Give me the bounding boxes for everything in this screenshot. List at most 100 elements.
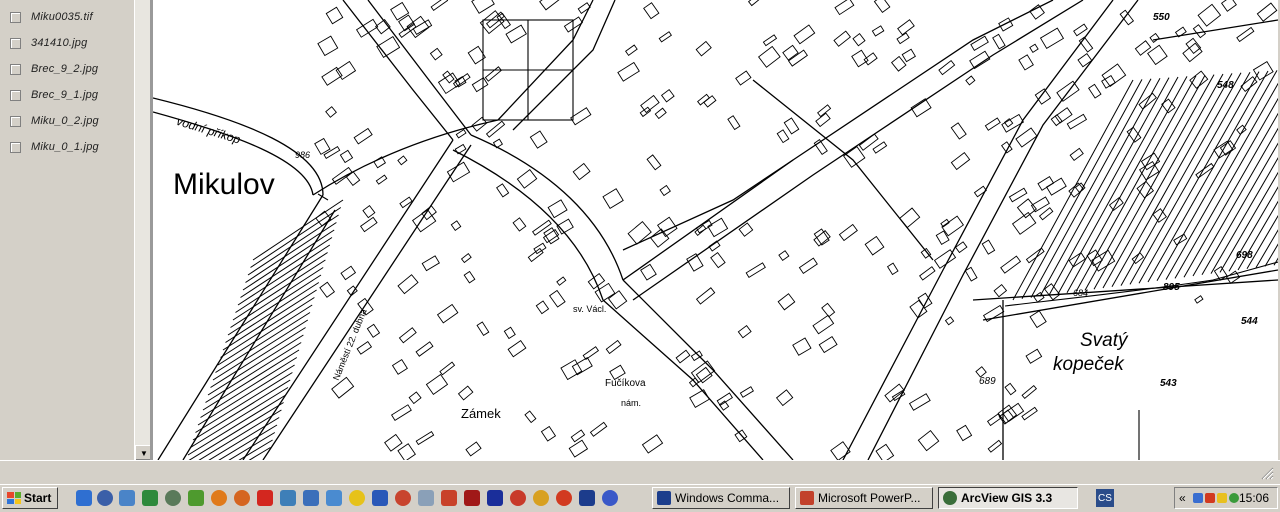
powerpoint-icon xyxy=(800,491,814,505)
clock: 15:06 xyxy=(1239,491,1270,505)
building-outline xyxy=(707,217,729,238)
red-app-icon[interactable] xyxy=(556,490,572,506)
document-icon[interactable] xyxy=(303,490,319,506)
parcel-number: 543 xyxy=(1160,378,1177,389)
layer-visibility-checkbox[interactable] xyxy=(10,89,21,101)
ie-icon[interactable] xyxy=(76,490,92,506)
window-icon[interactable] xyxy=(418,490,434,506)
browser-icon[interactable] xyxy=(234,490,250,506)
town-label: Mikulov xyxy=(173,168,275,201)
parcel-number: 689 xyxy=(979,376,996,387)
parcel-boundary xyxy=(1264,243,1278,267)
building-outline xyxy=(695,40,712,57)
layer-visibility-checkbox[interactable] xyxy=(10,115,21,127)
search-icon[interactable] xyxy=(165,490,181,506)
hill-label: Svatý xyxy=(1080,330,1128,351)
parcel-number: 684 xyxy=(1073,288,1089,298)
building-outline xyxy=(323,146,341,160)
layer-name: Miku0035.tif xyxy=(31,11,93,23)
task-arcview[interactable]: ArcView GIS 3.3 xyxy=(938,487,1078,509)
building-outline xyxy=(1029,310,1047,329)
layer-item[interactable]: 341410.jpg xyxy=(10,34,87,52)
layer-visibility-checkbox[interactable] xyxy=(10,37,21,49)
building-outline xyxy=(1038,207,1054,221)
media-player-icon[interactable] xyxy=(97,490,113,506)
grid-icon[interactable] xyxy=(372,490,388,506)
building-outline xyxy=(1003,118,1014,128)
chrome-icon[interactable] xyxy=(533,490,549,506)
tray-expand-icon[interactable]: « xyxy=(1179,491,1191,505)
parcel-boundary xyxy=(195,372,293,433)
layer-visibility-checkbox[interactable] xyxy=(10,141,21,153)
explorer-icon[interactable] xyxy=(119,490,135,506)
building-outline xyxy=(1139,160,1160,181)
building-outline xyxy=(450,220,462,231)
building-outline xyxy=(397,155,408,166)
tray-app-icon[interactable] xyxy=(1205,493,1215,503)
sun-icon[interactable] xyxy=(349,490,365,506)
chart-icon[interactable] xyxy=(441,490,457,506)
building-outline xyxy=(737,324,752,339)
layer-visibility-checkbox[interactable] xyxy=(10,11,21,23)
film-icon[interactable] xyxy=(464,490,480,506)
building-outline xyxy=(1077,53,1093,68)
firefox-icon[interactable] xyxy=(211,490,227,506)
h-icon[interactable] xyxy=(487,490,503,506)
building-outline xyxy=(919,266,936,281)
parcel-boundary xyxy=(1255,229,1278,268)
building-outline xyxy=(476,321,490,337)
building-outline xyxy=(570,429,586,443)
building-outline xyxy=(496,183,510,198)
parcel-number: 550 xyxy=(1153,12,1170,23)
building-outline xyxy=(695,366,713,384)
network-icon[interactable] xyxy=(280,490,296,506)
building-outline xyxy=(556,276,567,286)
building-outline xyxy=(1008,187,1028,203)
building-outline xyxy=(689,389,710,409)
star-icon[interactable] xyxy=(257,490,273,506)
save-icon[interactable] xyxy=(579,490,595,506)
status-bar xyxy=(0,460,1280,485)
building-outline xyxy=(1050,114,1063,127)
toolbox-icon[interactable] xyxy=(395,490,411,506)
tray-app-icon[interactable] xyxy=(1229,493,1239,503)
tray-app-icon[interactable] xyxy=(1193,493,1203,503)
tray-app-icon[interactable] xyxy=(1217,493,1227,503)
paint-icon[interactable] xyxy=(602,490,618,506)
layer-list-scrollbar[interactable]: ▼ xyxy=(134,0,152,460)
task-powerpoint[interactable]: Microsoft PowerP... xyxy=(795,487,933,509)
layer-item[interactable]: Miku_0_1.jpg xyxy=(10,138,99,156)
layer-item[interactable]: Brec_9_1.jpg xyxy=(10,86,98,104)
building-outline xyxy=(471,0,495,14)
resize-grip-icon[interactable] xyxy=(1260,466,1274,480)
layer-item[interactable]: Miku_0_2.jpg xyxy=(10,112,99,130)
building-outline xyxy=(1018,54,1034,71)
building-outline xyxy=(649,228,670,248)
ring-icon[interactable] xyxy=(510,490,526,506)
building-outline xyxy=(1039,27,1065,49)
excel-icon[interactable] xyxy=(142,490,158,506)
layer-item[interactable]: Brec_9_2.jpg xyxy=(10,60,98,78)
parcel-boundary xyxy=(232,259,326,321)
map-view[interactable]: Mikulov Svatý kopeček vodní příkop Zámek… xyxy=(153,0,1278,460)
building-outline xyxy=(1000,255,1022,274)
building-outline xyxy=(527,247,544,263)
building-outline xyxy=(873,0,891,14)
castle-label: Zámek xyxy=(461,406,501,421)
building-outline xyxy=(1029,4,1045,20)
layer-item[interactable]: Miku0035.tif xyxy=(10,8,93,26)
layer-visibility-checkbox[interactable] xyxy=(10,63,21,75)
building-outline xyxy=(436,303,459,324)
building-outline xyxy=(339,149,354,164)
start-button[interactable]: Start xyxy=(2,487,58,509)
folder-icon[interactable] xyxy=(326,490,342,506)
building-outline xyxy=(793,24,816,45)
building-outline xyxy=(1021,384,1038,400)
building-outline xyxy=(641,434,664,454)
task-windows-commander[interactable]: Windows Comma... xyxy=(652,487,790,509)
building-outline xyxy=(886,262,899,276)
language-indicator[interactable]: CS xyxy=(1096,489,1114,507)
building-outline xyxy=(317,35,339,57)
building-outline xyxy=(675,349,691,364)
book-icon[interactable] xyxy=(188,490,204,506)
